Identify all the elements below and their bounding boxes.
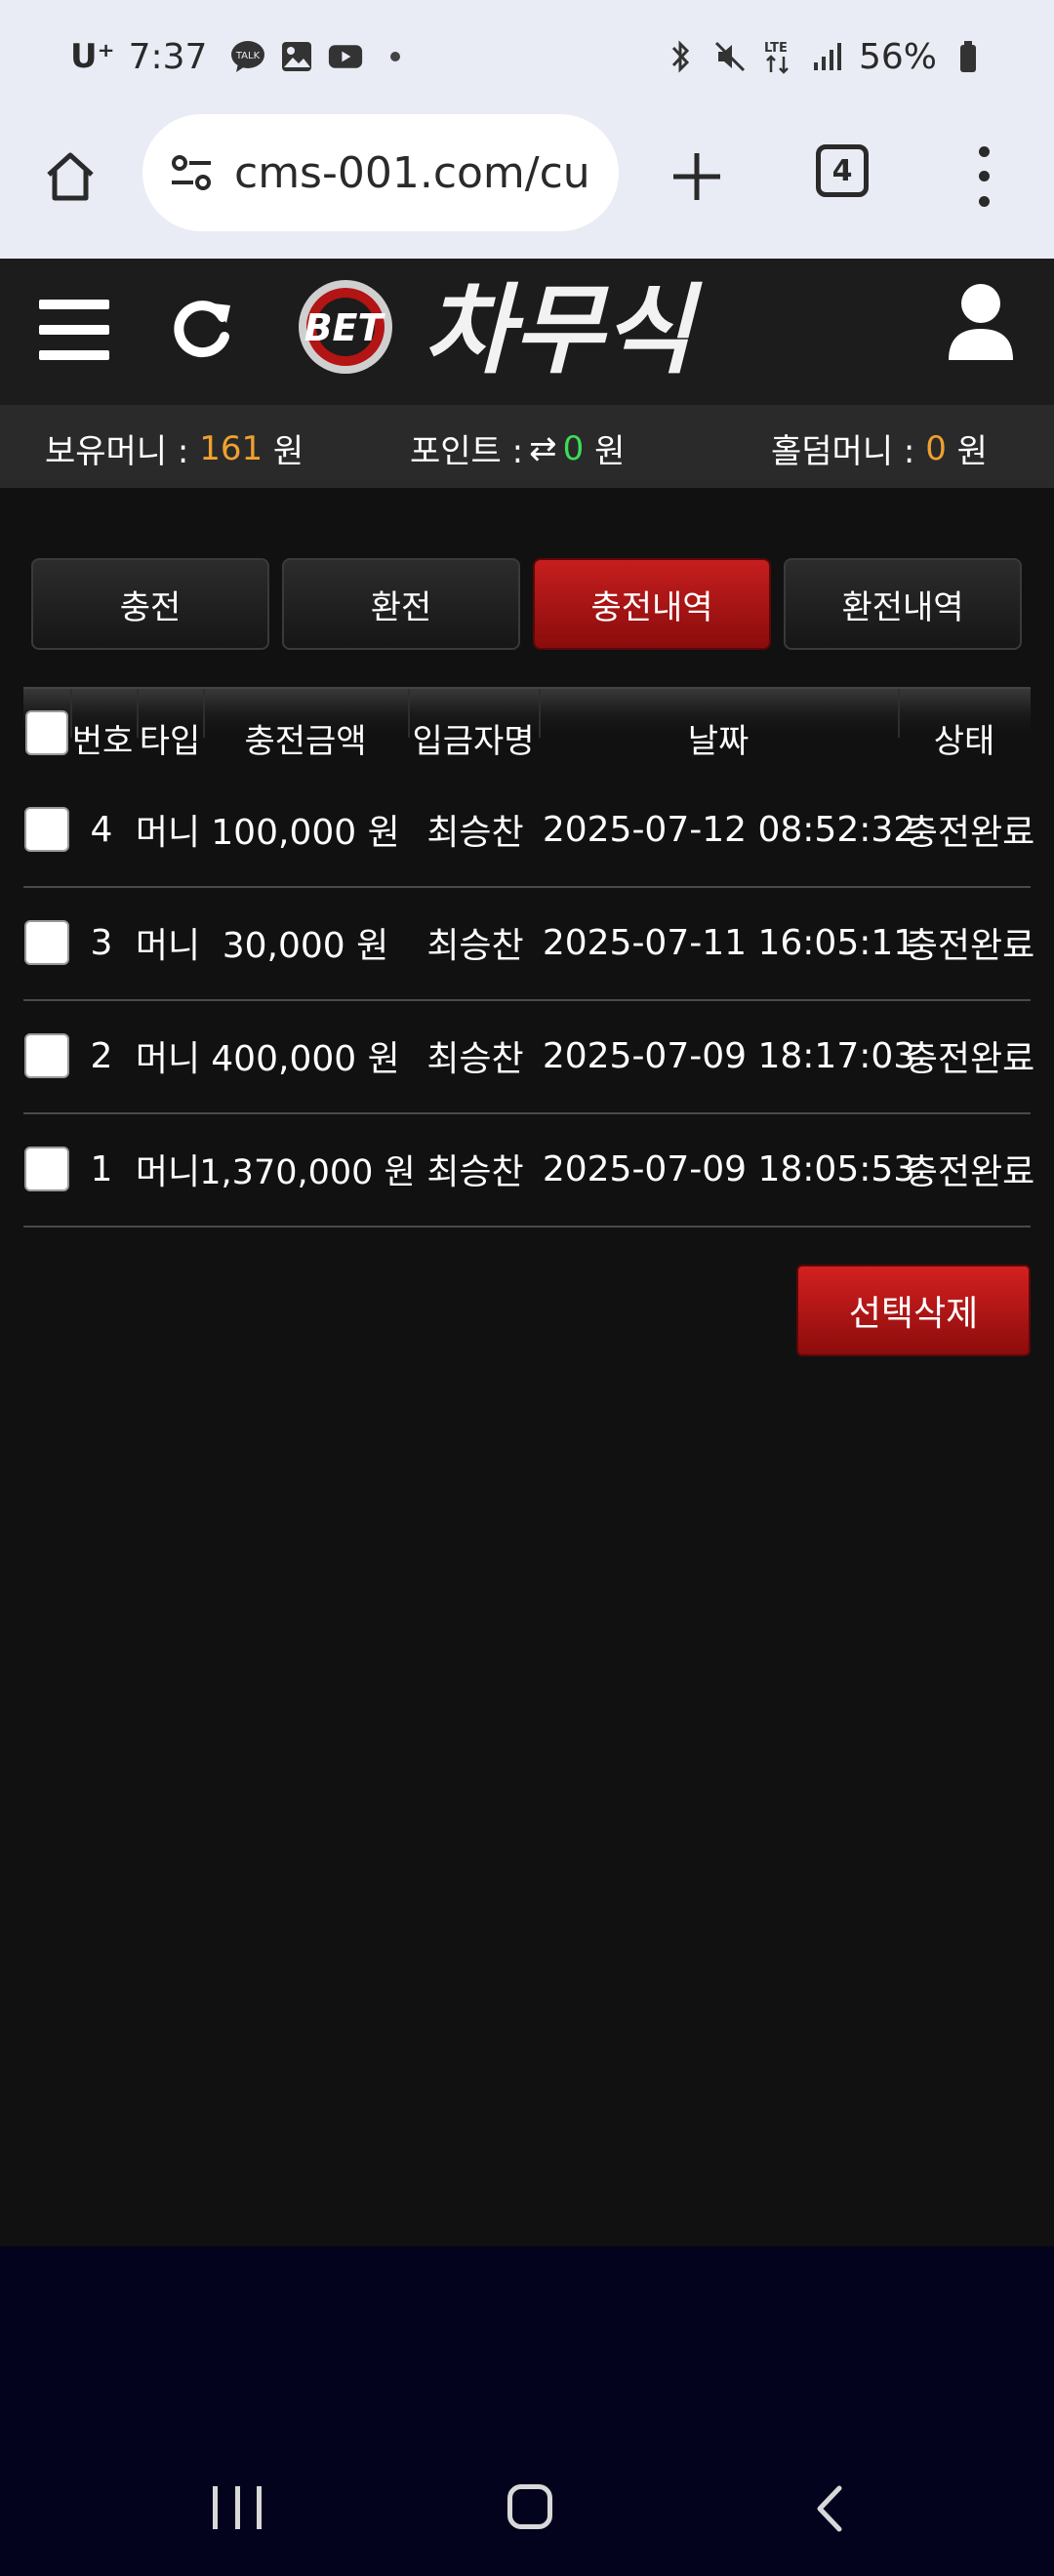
row-checkbox[interactable] [24, 1147, 69, 1191]
bluetooth-icon [664, 39, 699, 74]
money-unit: 원 [272, 432, 304, 471]
row-type: 머니 [135, 1152, 201, 1192]
url-text: cms-001.com/cu [234, 147, 590, 198]
select-all-checkbox[interactable] [25, 710, 68, 755]
address-bar[interactable]: cms-001.com/cu [142, 114, 619, 231]
money-balance: 보유머니 : 161 원 [45, 424, 304, 472]
signal-icon [810, 39, 845, 74]
tab-exchange-history[interactable]: 환전내역 [784, 558, 1022, 650]
point-value: 0 [562, 428, 585, 468]
row-date: 2025-07-09 18:05:53 [542, 1148, 916, 1189]
site-header: BET 차무식 [0, 259, 1054, 405]
table-header: 번호 타입 충전금액 입금자명 날짜 상태 [23, 687, 1031, 761]
row-checkbox[interactable] [24, 807, 69, 852]
row-checkbox[interactable] [24, 1033, 69, 1078]
header-date: 날짜 [687, 721, 750, 761]
header-type: 타입 [139, 721, 201, 761]
tab-charge-history[interactable]: 충전내역 [533, 558, 771, 650]
table-row: 1 머니 1,370,000 원 최승찬 2025-07-09 18:05:53… [23, 1114, 1034, 1228]
new-tab-button[interactable] [660, 140, 734, 214]
money-value: 161 [199, 428, 264, 468]
row-type: 머니 [135, 813, 201, 853]
holdem-balance: 홀덤머니 : 0 원 [771, 424, 988, 472]
holdem-unit: 원 [956, 432, 988, 471]
row-amount: 400,000 원 [211, 1039, 400, 1079]
row-type: 머니 [135, 1039, 201, 1079]
tab-switcher-button[interactable]: 4 [816, 144, 869, 197]
svg-text:TALK: TALK [235, 51, 261, 61]
battery-icon [951, 39, 986, 74]
row-type: 머니 [135, 926, 201, 966]
row-amount: 1,370,000 원 [199, 1152, 416, 1192]
home-icon [47, 152, 94, 201]
row-depositor: 최승찬 [426, 1039, 524, 1079]
battery-percent: 56% [858, 36, 937, 77]
point-label: 포인트 : [410, 432, 524, 471]
money-label: 보유머니 : [45, 432, 189, 471]
table-row: 4 머니 100,000 원 최승찬 2025-07-12 08:52:32 충… [23, 775, 1034, 888]
site-settings-icon[interactable] [166, 147, 217, 198]
point-balance: 포인트 : ⇄ 0 원 [410, 424, 625, 472]
row-date: 2025-07-12 08:52:32 [542, 809, 916, 850]
point-convert-icon[interactable]: ⇄ [529, 429, 557, 468]
header-amount: 충전금액 [244, 721, 367, 761]
row-checkbox[interactable] [24, 920, 69, 965]
svg-text:LTE: LTE [764, 41, 788, 56]
mute-icon [712, 39, 748, 74]
talk-notification-icon: TALK [230, 39, 265, 74]
row-number: 4 [90, 809, 113, 850]
logo-main-text: 차무식 [424, 273, 703, 385]
row-status: 충전완료 [905, 813, 1035, 853]
row-status: 충전완료 [905, 1152, 1035, 1192]
table-row: 3 머니 30,000 원 최승찬 2025-07-11 16:05:11 충전… [23, 888, 1034, 1001]
browser-home-button[interactable] [35, 141, 105, 212]
refresh-icon[interactable] [170, 294, 238, 362]
system-navigation-bar [0, 2246, 1054, 2576]
logo-small-text: BET [304, 306, 386, 349]
gallery-notification-icon [279, 39, 314, 74]
row-number: 3 [90, 922, 113, 963]
hamburger-menu-icon[interactable] [39, 300, 109, 360]
header-depositor: 입금자명 [412, 721, 535, 761]
lte-icon: LTE [761, 39, 796, 74]
home-button[interactable] [507, 2484, 552, 2529]
header-status: 상태 [933, 721, 995, 761]
tab-charge[interactable]: 충전 [31, 558, 269, 650]
row-depositor: 최승찬 [426, 926, 524, 966]
row-status: 충전완료 [905, 1039, 1035, 1079]
more-notifications-dot [390, 52, 401, 61]
status-bar: U⁺ 7:37 TALK LTE 56% [0, 0, 1054, 112]
balance-bar: 보유머니 : 161 원 포인트 : ⇄ 0 원 홀덤머니 : 0 원 [0, 405, 1054, 488]
row-depositor: 최승찬 [426, 813, 524, 853]
row-date: 2025-07-11 16:05:11 [542, 922, 916, 963]
holdem-label: 홀덤머니 : [771, 432, 915, 471]
point-unit: 원 [594, 432, 626, 471]
row-number: 1 [90, 1148, 113, 1189]
table-row: 2 머니 400,000 원 최승찬 2025-07-09 18:17:03 충… [23, 1001, 1034, 1114]
carrier-label: U⁺ [70, 37, 115, 76]
delete-selected-button[interactable]: 선택삭제 [796, 1265, 1031, 1356]
charge-history-table: 번호 타입 충전금액 입금자명 날짜 상태 4 머니 100,000 원 최승찬… [23, 685, 1034, 1228]
browser-toolbar: cms-001.com/cu 4 [0, 112, 1054, 259]
site-logo[interactable]: BET 차무식 [295, 268, 744, 385]
browser-menu-button[interactable] [962, 140, 1005, 214]
header-number: 번호 [71, 721, 134, 761]
holdem-value: 0 [925, 428, 947, 468]
clock: 7:37 [128, 36, 208, 77]
row-status: 충전완료 [905, 926, 1035, 966]
tab-exchange[interactable]: 환전 [282, 558, 520, 650]
recent-apps-button[interactable] [213, 2486, 262, 2529]
row-depositor: 최승찬 [426, 1152, 524, 1192]
row-date: 2025-07-09 18:17:03 [542, 1035, 916, 1076]
row-amount: 30,000 원 [222, 926, 389, 966]
plus-icon [673, 153, 720, 200]
row-number: 2 [90, 1035, 113, 1076]
back-icon[interactable] [806, 2484, 855, 2533]
youtube-notification-icon [328, 39, 363, 74]
user-account-icon[interactable] [947, 282, 1015, 364]
row-amount: 100,000 원 [211, 813, 400, 853]
